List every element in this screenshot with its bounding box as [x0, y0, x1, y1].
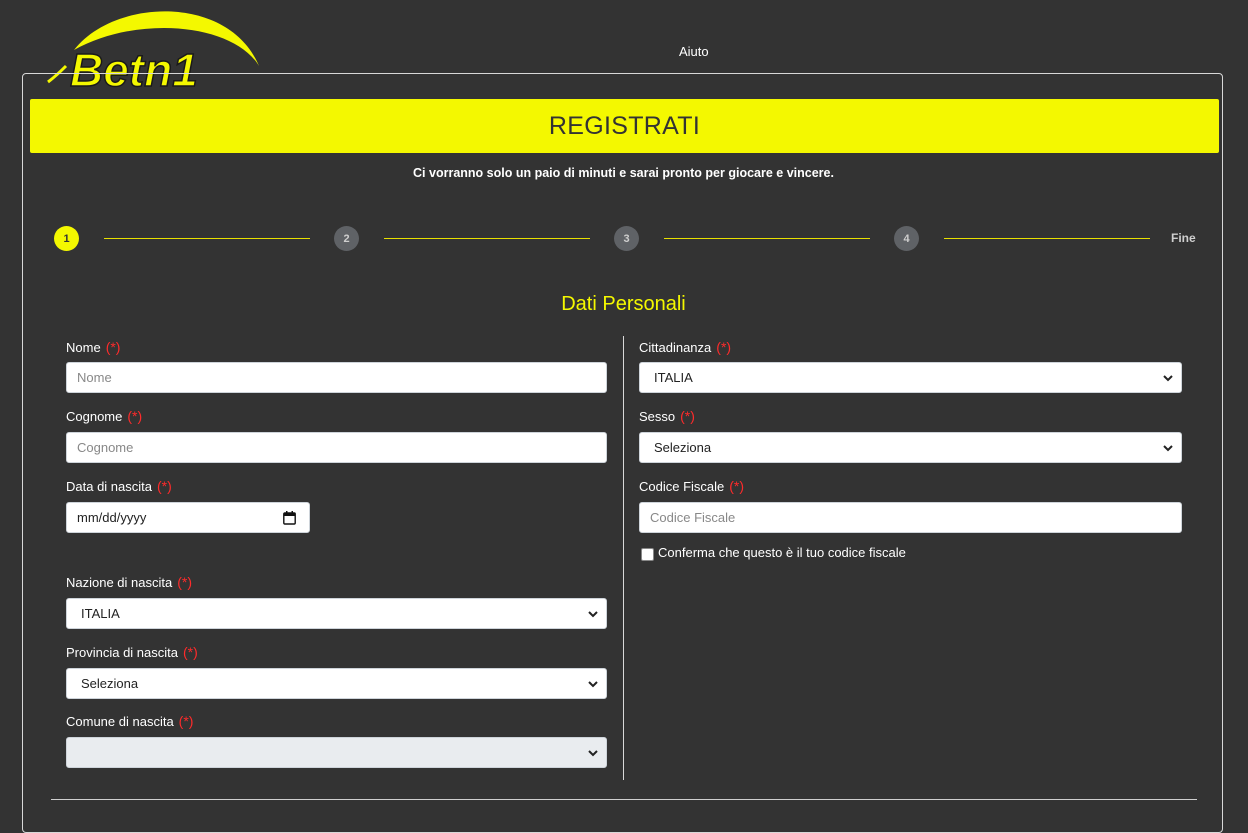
required-marker: (*) [729, 478, 745, 494]
step-connector [104, 238, 310, 239]
chevron-down-icon [588, 611, 598, 618]
help-link[interactable]: Aiuto [679, 44, 709, 59]
required-marker: (*) [183, 644, 198, 660]
cognome-label: Cognome (*) [66, 408, 143, 424]
step-3: 3 [614, 226, 639, 251]
divider [51, 799, 1197, 800]
step-fine: Fine [1171, 231, 1196, 245]
registration-panel: REGISTRATI Ci vorranno solo un paio di m… [22, 73, 1223, 833]
sesso-label: Sesso (*) [639, 408, 695, 424]
chevron-down-icon [1163, 375, 1173, 382]
codice-fiscale-input[interactable]: Codice Fiscale [639, 502, 1182, 533]
sesso-select[interactable]: Seleziona [639, 432, 1182, 463]
required-marker: (*) [716, 339, 732, 355]
required-marker: (*) [177, 574, 193, 590]
required-marker: (*) [127, 408, 143, 424]
provincia-nascita-select[interactable]: Seleziona [66, 668, 607, 699]
conferma-cf-checkbox[interactable] [641, 548, 654, 561]
cittadinanza-label: Cittadinanza (*) [639, 339, 732, 355]
registration-title: REGISTRATI [30, 99, 1219, 153]
required-marker: (*) [157, 478, 172, 494]
step-4: 4 [894, 226, 919, 251]
step-connector [664, 238, 870, 239]
step-2: 2 [334, 226, 359, 251]
required-marker: (*) [105, 339, 121, 355]
step-1: 1 [54, 226, 79, 251]
comune-nascita-select[interactable] [66, 737, 607, 768]
cittadinanza-select[interactable]: ITALIA [639, 362, 1182, 393]
data-nascita-input[interactable]: mm/dd/yyyy [66, 502, 310, 533]
calendar-icon[interactable] [283, 511, 296, 525]
comune-nascita-label: Comune di nascita (*) [66, 713, 194, 729]
nome-label: Nome (*) [66, 339, 121, 355]
registration-subtitle: Ci vorranno solo un paio di minuti e sar… [413, 166, 834, 180]
step-connector [944, 238, 1150, 239]
nazione-nascita-select[interactable]: ITALIA [66, 598, 607, 629]
chevron-down-icon [1163, 445, 1173, 452]
chevron-down-icon [588, 750, 598, 757]
step-connector [384, 238, 590, 239]
chevron-down-icon [588, 681, 598, 688]
section-title: Dati Personali [561, 293, 686, 315]
required-marker: (*) [178, 713, 194, 729]
provincia-nascita-label: Provincia di nascita (*) [66, 644, 198, 660]
column-divider [623, 336, 624, 780]
cognome-input[interactable]: Cognome [66, 432, 607, 463]
data-nascita-label: Data di nascita (*) [66, 478, 172, 494]
nazione-nascita-label: Nazione di nascita (*) [66, 574, 193, 590]
required-marker: (*) [680, 408, 695, 424]
conferma-cf-label[interactable]: Conferma che questo è il tuo codice fisc… [658, 545, 906, 560]
nome-input[interactable]: Nome [66, 362, 607, 393]
codice-fiscale-label: Codice Fiscale (*) [639, 478, 745, 494]
